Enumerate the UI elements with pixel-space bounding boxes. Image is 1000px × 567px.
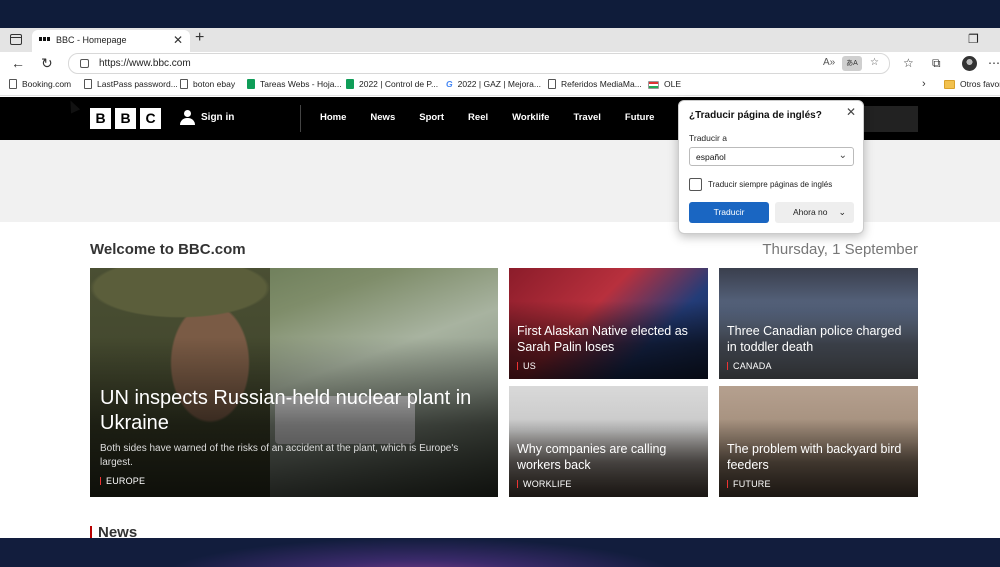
translate-popup: ¿Traducir página de inglés? ✕ Traducir a…	[678, 100, 864, 234]
folder-icon	[944, 80, 955, 89]
nav-travel[interactable]: Travel	[573, 112, 600, 123]
more-menu-icon[interactable]: ⋯	[988, 56, 1000, 70]
bbc-logo[interactable]: B B C	[90, 108, 161, 129]
main-nav: Home News Sport Reel Worklife Travel Fut…	[320, 112, 678, 123]
bookmark-item[interactable]: Referidos MediaMa...	[548, 79, 642, 89]
welcome-heading: Welcome to BBC.com	[90, 241, 246, 258]
logo-letter: B	[115, 108, 136, 129]
nav-reel[interactable]: Reel	[468, 112, 488, 123]
nav-home[interactable]: Home	[320, 112, 346, 123]
main-story-card[interactable]: UN inspects Russian-held nuclear plant i…	[90, 268, 498, 497]
translate-to-label: Traducir a	[689, 133, 727, 143]
favorite-star-icon[interactable]: ☆	[870, 57, 879, 68]
story-card[interactable]: Why companies are calling workers back W…	[509, 386, 708, 497]
reload-icon[interactable]: ↻	[41, 55, 53, 72]
story-headline[interactable]: Three Canadian police charged in toddler…	[727, 323, 910, 355]
always-translate-checkbox[interactable]	[689, 178, 702, 191]
restore-window-icon[interactable]: ❐	[968, 32, 979, 46]
translate-popup-title: ¿Traducir página de inglés?	[689, 110, 822, 121]
favorites-icon[interactable]: ☆	[903, 56, 914, 70]
bookmarks-bar: Booking.com LastPass password... boton e…	[0, 76, 1000, 96]
nav-future[interactable]: Future	[625, 112, 655, 123]
story-tag[interactable]: FUTURE	[727, 479, 771, 489]
nav-sport[interactable]: Sport	[419, 112, 444, 123]
always-translate-label[interactable]: Traducir siempre páginas de inglés	[708, 180, 832, 189]
read-aloud-icon[interactable]: A»	[823, 57, 835, 68]
main-story-tag[interactable]: EUROPE	[100, 476, 145, 486]
sheets-icon	[346, 79, 354, 89]
story-tag[interactable]: US	[517, 361, 536, 371]
not-now-button[interactable]: Ahora no ⌄	[775, 202, 854, 223]
bookmark-item[interactable]: 2022 | Control de P...	[346, 79, 438, 89]
address-bar[interactable]: https://www.bbc.com A» あA ☆	[68, 53, 890, 74]
chevron-down-icon: ⌄	[838, 150, 847, 161]
date-label: Thursday, 1 September	[762, 241, 918, 258]
chevron-right-icon[interactable]: ›	[922, 78, 926, 90]
tab-close-icon[interactable]: ✕	[173, 33, 183, 47]
back-arrow-icon[interactable]: ←	[11, 55, 25, 71]
bookmark-item[interactable]: boton ebay	[180, 79, 235, 89]
tab-title: BBC - Homepage	[56, 35, 127, 45]
tab-actions-icon[interactable]	[10, 34, 22, 45]
sheets-icon	[247, 79, 255, 89]
nav-news[interactable]: News	[370, 112, 395, 123]
news-section-heading: News	[90, 524, 137, 538]
page-icon	[9, 79, 17, 89]
story-card[interactable]: The problem with backyard bird feeders F…	[719, 386, 918, 497]
other-favorites-folder[interactable]: Otros favor	[944, 79, 1000, 89]
close-icon[interactable]: ✕	[846, 105, 856, 119]
top-frame	[0, 0, 1000, 28]
translate-icon[interactable]: あA	[842, 56, 862, 71]
story-card[interactable]: First Alaskan Native elected as Sarah Pa…	[509, 268, 708, 379]
bookmark-item[interactable]: OLE	[648, 79, 681, 89]
bookmark-item[interactable]: Tareas Webs - Hoja...	[247, 79, 342, 89]
user-icon	[180, 110, 195, 125]
url-text[interactable]: https://www.bbc.com	[99, 58, 191, 69]
tab-bbc-homepage[interactable]: BBC - Homepage ✕	[32, 30, 190, 52]
main-story-summary: Both sides have warned of the risks of a…	[100, 443, 459, 468]
toolbar: ← ↻ https://www.bbc.com A» あA ☆ ☆ ⧉ ⋯	[0, 52, 1000, 76]
nav-divider	[300, 105, 301, 132]
news-heading-text: News	[98, 524, 138, 538]
story-card[interactable]: Three Canadian police charged in toddler…	[719, 268, 918, 379]
story-tag[interactable]: CANADA	[727, 361, 772, 371]
bookmark-item[interactable]: G 2022 | GAZ | Mejora...	[446, 79, 541, 89]
not-now-label: Ahora no	[793, 207, 828, 217]
new-tab-button[interactable]: +	[195, 29, 204, 47]
logo-letter: C	[140, 108, 161, 129]
flag-icon	[648, 81, 659, 89]
language-select-value: español	[696, 152, 726, 162]
main-story-headline[interactable]: UN inspects Russian-held nuclear plant i…	[100, 386, 490, 436]
google-icon: G	[446, 79, 453, 89]
logo-letter: B	[90, 108, 111, 129]
page-icon	[84, 79, 92, 89]
bottom-frame	[0, 538, 1000, 567]
browser-window: BBC - Homepage ✕ + ❐ ← ↻ https://www.bbc…	[0, 28, 1000, 538]
nav-worklife[interactable]: Worklife	[512, 112, 549, 123]
collections-icon[interactable]: ⧉	[932, 56, 941, 71]
translate-button[interactable]: Traducir	[689, 202, 769, 223]
story-headline[interactable]: The problem with backyard bird feeders	[727, 441, 910, 473]
lock-icon[interactable]	[80, 59, 89, 68]
profile-avatar[interactable]	[962, 56, 977, 71]
tab-strip: BBC - Homepage ✕ + ❐	[0, 28, 1000, 52]
search-input[interactable]	[860, 106, 918, 132]
story-headline[interactable]: Why companies are calling workers back	[517, 441, 700, 473]
page-icon	[180, 79, 188, 89]
story-tag[interactable]: WORKLIFE	[517, 479, 572, 489]
page-icon	[548, 79, 556, 89]
sign-in-label: Sign in	[201, 112, 235, 123]
sign-in-link[interactable]: Sign in	[180, 110, 234, 125]
language-select[interactable]: español ⌄	[689, 147, 854, 166]
chevron-down-icon[interactable]: ⌄	[838, 202, 846, 223]
bookmark-item[interactable]: Booking.com	[9, 79, 71, 89]
bbc-favicon-icon	[39, 37, 51, 43]
bookmark-item[interactable]: LastPass password...	[84, 79, 178, 89]
story-headline[interactable]: First Alaskan Native elected as Sarah Pa…	[517, 323, 700, 355]
